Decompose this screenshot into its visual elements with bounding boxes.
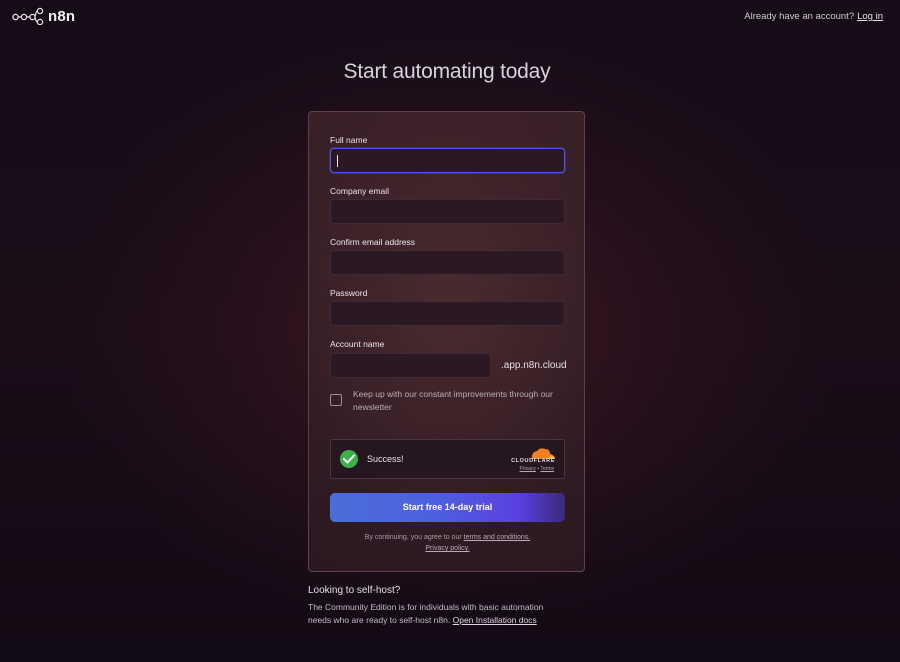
login-link[interactable]: Log in xyxy=(857,11,883,22)
page-title: Start automating today xyxy=(343,60,551,83)
password-input[interactable] xyxy=(330,301,565,326)
captcha-link-separator: • xyxy=(537,466,540,472)
confirm-email-input[interactable] xyxy=(330,250,565,275)
start-trial-button[interactable]: Start free 14-day trial xyxy=(330,493,565,522)
terms-prefix: By continuing, you agree to our xyxy=(364,534,462,541)
captcha-links: Privacy • Terms xyxy=(520,466,555,472)
privacy-policy-link[interactable]: Privacy policy. xyxy=(425,545,469,552)
captcha-privacy-link[interactable]: Privacy xyxy=(520,466,536,472)
n8n-logo[interactable]: n8n xyxy=(12,7,75,25)
password-label: Password xyxy=(330,288,368,298)
login-prompt: Already have an account? Log in xyxy=(744,11,883,22)
terms-notice: By continuing, you agree to our terms an… xyxy=(309,532,586,554)
signup-form-card: Full name Company email Confirm email ad… xyxy=(308,111,585,572)
top-bar: n8n Already have an account? Log in xyxy=(0,0,900,34)
check-circle-icon xyxy=(340,450,358,468)
newsletter-label: Keep up with our constant improvements t… xyxy=(353,389,553,412)
selfhost-title: Looking to self-host? xyxy=(308,585,401,596)
captcha-widget[interactable]: Success! CLOUDFLARE Privacy • Terms xyxy=(330,439,565,479)
n8n-nodes-logo-icon xyxy=(12,7,44,25)
full-name-label: Full name xyxy=(330,135,368,145)
account-domain-suffix: .app.n8n.cloud xyxy=(501,360,567,371)
login-prompt-text: Already have an account? xyxy=(744,11,855,22)
company-email-input[interactable] xyxy=(330,199,565,224)
company-email-label: Company email xyxy=(330,186,390,196)
selfhost-description: The Community Edition is for individuals… xyxy=(308,601,558,627)
captcha-terms-link[interactable]: Terms xyxy=(540,466,554,472)
installation-docs-link[interactable]: Open Installation docs xyxy=(453,615,537,625)
text-cursor xyxy=(337,155,338,167)
account-name-input[interactable] xyxy=(330,353,491,378)
account-name-label: Account name xyxy=(330,339,385,349)
confirm-email-label: Confirm email address xyxy=(330,237,416,247)
captcha-status: Success! xyxy=(367,454,404,464)
full-name-input[interactable] xyxy=(330,148,565,173)
newsletter-checkbox[interactable] xyxy=(330,394,342,406)
cloudflare-wordmark: CLOUDFLARE xyxy=(511,458,555,464)
terms-link[interactable]: terms and conditions. xyxy=(464,534,531,541)
logo-wordmark: n8n xyxy=(48,7,76,25)
